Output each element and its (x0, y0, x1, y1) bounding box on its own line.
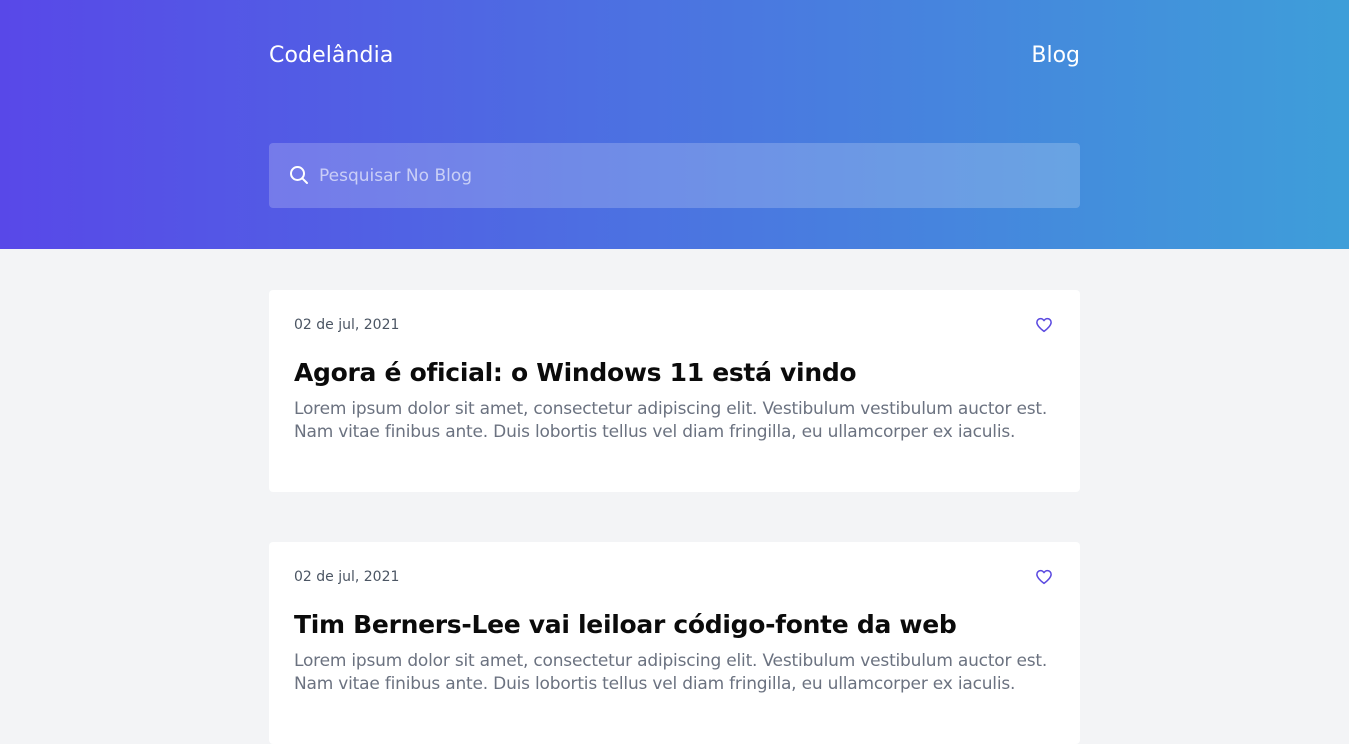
post-excerpt: Lorem ipsum dolor sit amet, consectetur … (294, 399, 1048, 442)
search-icon (290, 166, 308, 184)
heart-outline-icon[interactable] (1035, 316, 1053, 334)
heart-outline-icon[interactable] (1035, 568, 1053, 586)
post-excerpt: Lorem ipsum dolor sit amet, consectetur … (294, 651, 1048, 694)
post-title[interactable]: Agora é oficial: o Windows 11 está vindo (294, 356, 1054, 390)
search-input[interactable] (319, 143, 1059, 208)
nav-link-blog[interactable]: Blog (1031, 41, 1080, 71)
brand-logo-link[interactable]: Codelândia (269, 41, 393, 71)
post-card[interactable]: 02 de jul, 2021 Agora é oficial: o Windo… (269, 290, 1080, 492)
post-title[interactable]: Tim Berners-Lee vai leiloar código-fonte… (294, 608, 1054, 642)
search-bar[interactable] (269, 143, 1080, 208)
post-date: 02 de jul, 2021 (294, 317, 400, 333)
post-date: 02 de jul, 2021 (294, 569, 400, 585)
post-card[interactable]: 02 de jul, 2021 Tim Berners-Lee vai leil… (269, 542, 1080, 744)
page-header: Codelândia Blog (0, 0, 1349, 249)
